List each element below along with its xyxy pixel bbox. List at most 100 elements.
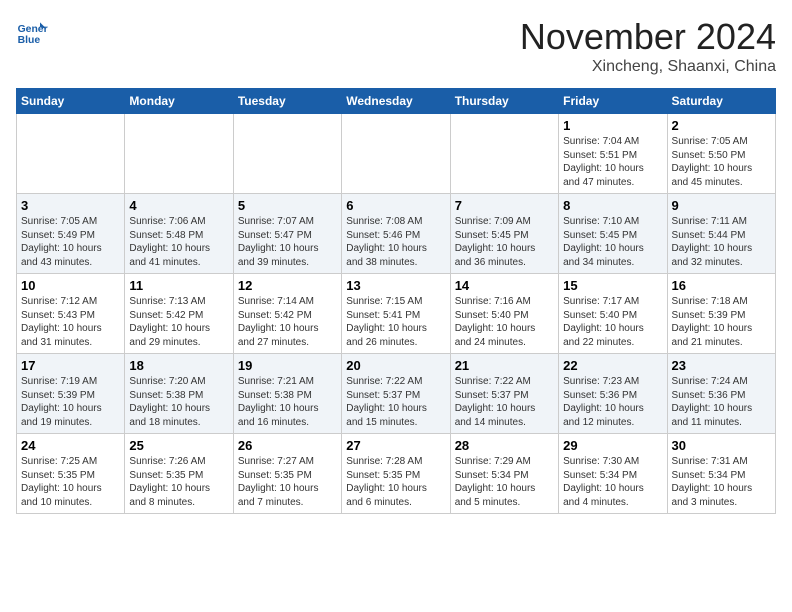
day-info: Sunrise: 7:05 AM Sunset: 5:49 PM Dayligh… [21, 215, 120, 269]
day-info: Sunrise: 7:20 AM Sunset: 5:38 PM Dayligh… [129, 375, 228, 429]
day-number: 7 [455, 198, 554, 213]
calendar-cell [125, 114, 233, 194]
weekday-header-sunday: Sunday [17, 89, 125, 114]
day-info: Sunrise: 7:09 AM Sunset: 5:45 PM Dayligh… [455, 215, 554, 269]
calendar-cell: 3 Sunrise: 7:05 AM Sunset: 5:49 PM Daylig… [17, 194, 125, 274]
day-number: 15 [563, 278, 662, 293]
day-info: Sunrise: 7:31 AM Sunset: 5:34 PM Dayligh… [672, 455, 771, 509]
day-info: Sunrise: 7:10 AM Sunset: 5:45 PM Dayligh… [563, 215, 662, 269]
calendar-cell: 6 Sunrise: 7:08 AM Sunset: 5:46 PM Daylig… [342, 194, 450, 274]
weekday-header-saturday: Saturday [667, 89, 775, 114]
calendar-cell: 24Sunrise: 7:25 AM Sunset: 5:35 PM Dayli… [17, 434, 125, 514]
calendar-table: SundayMondayTuesdayWednesdayThursdayFrid… [16, 88, 776, 514]
calendar-cell: 9Sunrise: 7:11 AM Sunset: 5:44 PM Daylig… [667, 194, 775, 274]
calendar-cell: 16Sunrise: 7:18 AM Sunset: 5:39 PM Dayli… [667, 274, 775, 354]
calendar-cell: 8 Sunrise: 7:10 AM Sunset: 5:45 PM Daylig… [559, 194, 667, 274]
day-info: Sunrise: 7:04 AM Sunset: 5:51 PM Dayligh… [563, 135, 662, 189]
day-number: 21 [455, 358, 554, 373]
day-number: 26 [238, 438, 337, 453]
day-number: 19 [238, 358, 337, 373]
calendar-cell: 30 Sunrise: 7:31 AM Sunset: 5:34 PM Dayli… [667, 434, 775, 514]
day-number: 3 [21, 198, 120, 213]
calendar-cell: 11 Sunrise: 7:13 AM Sunset: 5:42 PM Dayli… [125, 274, 233, 354]
day-info: Sunrise: 7:13 AM Sunset: 5:42 PM Dayligh… [129, 295, 228, 349]
calendar-cell: 1 Sunrise: 7:04 AM Sunset: 5:51 PM Daylig… [559, 114, 667, 194]
day-number: 22 [563, 358, 662, 373]
calendar-cell [342, 114, 450, 194]
page-header: General Blue November 2024 Xincheng, Sha… [16, 16, 776, 76]
calendar-cell: 29 Sunrise: 7:30 AM Sunset: 5:34 PM Dayli… [559, 434, 667, 514]
weekday-header-monday: Monday [125, 89, 233, 114]
day-number: 25 [129, 438, 228, 453]
day-info: Sunrise: 7:05 AM Sunset: 5:50 PM Dayligh… [672, 135, 771, 189]
calendar-week-row: 1 Sunrise: 7:04 AM Sunset: 5:51 PM Daylig… [17, 114, 776, 194]
day-number: 13 [346, 278, 445, 293]
calendar-header-row: SundayMondayTuesdayWednesdayThursdayFrid… [17, 89, 776, 114]
logo-icon: General Blue [16, 16, 48, 48]
calendar-cell [233, 114, 341, 194]
day-number: 11 [129, 278, 228, 293]
day-number: 6 [346, 198, 445, 213]
calendar-cell: 4 Sunrise: 7:06 AM Sunset: 5:48 PM Daylig… [125, 194, 233, 274]
day-info: Sunrise: 7:06 AM Sunset: 5:48 PM Dayligh… [129, 215, 228, 269]
svg-text:General: General [18, 24, 48, 35]
weekday-header-tuesday: Tuesday [233, 89, 341, 114]
calendar-cell: 13 Sunrise: 7:15 AM Sunset: 5:41 PM Dayli… [342, 274, 450, 354]
day-number: 4 [129, 198, 228, 213]
day-number: 12 [238, 278, 337, 293]
day-number: 18 [129, 358, 228, 373]
day-info: Sunrise: 7:07 AM Sunset: 5:47 PM Dayligh… [238, 215, 337, 269]
weekday-header-thursday: Thursday [450, 89, 558, 114]
day-number: 16 [672, 278, 771, 293]
calendar-cell [17, 114, 125, 194]
calendar-cell: 28Sunrise: 7:29 AM Sunset: 5:34 PM Dayli… [450, 434, 558, 514]
weekday-header-friday: Friday [559, 89, 667, 114]
calendar-week-row: 17Sunrise: 7:19 AM Sunset: 5:39 PM Dayli… [17, 354, 776, 434]
day-number: 24 [21, 438, 120, 453]
logo: General Blue [16, 16, 48, 48]
calendar-cell: 26Sunrise: 7:27 AM Sunset: 5:35 PM Dayli… [233, 434, 341, 514]
calendar-cell: 5Sunrise: 7:07 AM Sunset: 5:47 PM Daylig… [233, 194, 341, 274]
calendar-cell: 10 Sunrise: 7:12 AM Sunset: 5:43 PM Dayli… [17, 274, 125, 354]
calendar-cell: 22 Sunrise: 7:23 AM Sunset: 5:36 PM Dayli… [559, 354, 667, 434]
calendar-cell: 2 Sunrise: 7:05 AM Sunset: 5:50 PM Daylig… [667, 114, 775, 194]
day-info: Sunrise: 7:16 AM Sunset: 5:40 PM Dayligh… [455, 295, 554, 349]
calendar-cell: 12 Sunrise: 7:14 AM Sunset: 5:42 PM Dayli… [233, 274, 341, 354]
day-info: Sunrise: 7:21 AM Sunset: 5:38 PM Dayligh… [238, 375, 337, 429]
day-info: Sunrise: 7:22 AM Sunset: 5:37 PM Dayligh… [455, 375, 554, 429]
calendar-week-row: 24Sunrise: 7:25 AM Sunset: 5:35 PM Dayli… [17, 434, 776, 514]
day-number: 29 [563, 438, 662, 453]
day-info: Sunrise: 7:24 AM Sunset: 5:36 PM Dayligh… [672, 375, 771, 429]
calendar-cell: 19 Sunrise: 7:21 AM Sunset: 5:38 PM Dayli… [233, 354, 341, 434]
day-info: Sunrise: 7:08 AM Sunset: 5:46 PM Dayligh… [346, 215, 445, 269]
day-info: Sunrise: 7:14 AM Sunset: 5:42 PM Dayligh… [238, 295, 337, 349]
calendar-week-row: 10 Sunrise: 7:12 AM Sunset: 5:43 PM Dayli… [17, 274, 776, 354]
day-number: 23 [672, 358, 771, 373]
day-number: 8 [563, 198, 662, 213]
day-number: 2 [672, 118, 771, 133]
day-info: Sunrise: 7:23 AM Sunset: 5:36 PM Dayligh… [563, 375, 662, 429]
calendar-cell: 23 Sunrise: 7:24 AM Sunset: 5:36 PM Dayli… [667, 354, 775, 434]
calendar-cell: 18 Sunrise: 7:20 AM Sunset: 5:38 PM Dayli… [125, 354, 233, 434]
calendar-cell: 25Sunrise: 7:26 AM Sunset: 5:35 PM Dayli… [125, 434, 233, 514]
calendar-cell: 20Sunrise: 7:22 AM Sunset: 5:37 PM Dayli… [342, 354, 450, 434]
day-number: 27 [346, 438, 445, 453]
calendar-cell [450, 114, 558, 194]
calendar-cell: 15 Sunrise: 7:17 AM Sunset: 5:40 PM Dayli… [559, 274, 667, 354]
day-number: 1 [563, 118, 662, 133]
day-info: Sunrise: 7:17 AM Sunset: 5:40 PM Dayligh… [563, 295, 662, 349]
day-info: Sunrise: 7:15 AM Sunset: 5:41 PM Dayligh… [346, 295, 445, 349]
location-subtitle: Xincheng, Shaanxi, China [520, 58, 776, 76]
day-info: Sunrise: 7:19 AM Sunset: 5:39 PM Dayligh… [21, 375, 120, 429]
day-number: 10 [21, 278, 120, 293]
day-number: 30 [672, 438, 771, 453]
month-title: November 2024 [520, 16, 776, 58]
svg-text:Blue: Blue [18, 35, 41, 46]
calendar-cell: 7 Sunrise: 7:09 AM Sunset: 5:45 PM Daylig… [450, 194, 558, 274]
day-info: Sunrise: 7:30 AM Sunset: 5:34 PM Dayligh… [563, 455, 662, 509]
day-info: Sunrise: 7:12 AM Sunset: 5:43 PM Dayligh… [21, 295, 120, 349]
day-number: 20 [346, 358, 445, 373]
calendar-week-row: 3 Sunrise: 7:05 AM Sunset: 5:49 PM Daylig… [17, 194, 776, 274]
calendar-cell: 21 Sunrise: 7:22 AM Sunset: 5:37 PM Dayli… [450, 354, 558, 434]
day-number: 14 [455, 278, 554, 293]
